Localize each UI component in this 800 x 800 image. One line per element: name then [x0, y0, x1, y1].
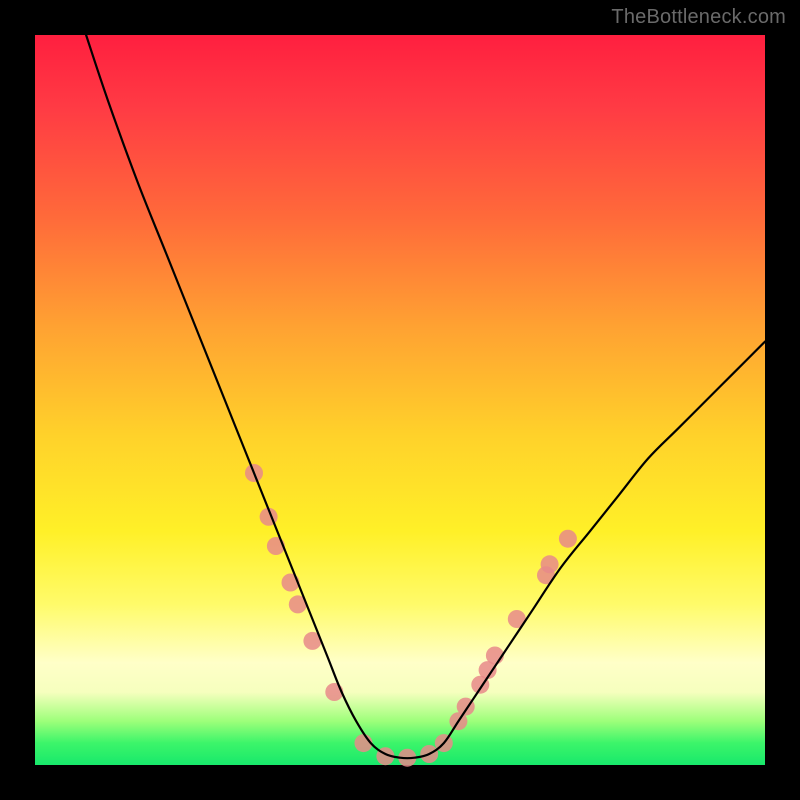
- marker-dot: [541, 555, 559, 573]
- bottleneck-curve: [86, 35, 765, 758]
- plot-area: [35, 35, 765, 765]
- chart-svg: [35, 35, 765, 765]
- marker-dot: [559, 530, 577, 548]
- chart-frame: TheBottleneck.com: [0, 0, 800, 800]
- marker-layer: [245, 464, 577, 767]
- watermark-text: TheBottleneck.com: [611, 6, 786, 29]
